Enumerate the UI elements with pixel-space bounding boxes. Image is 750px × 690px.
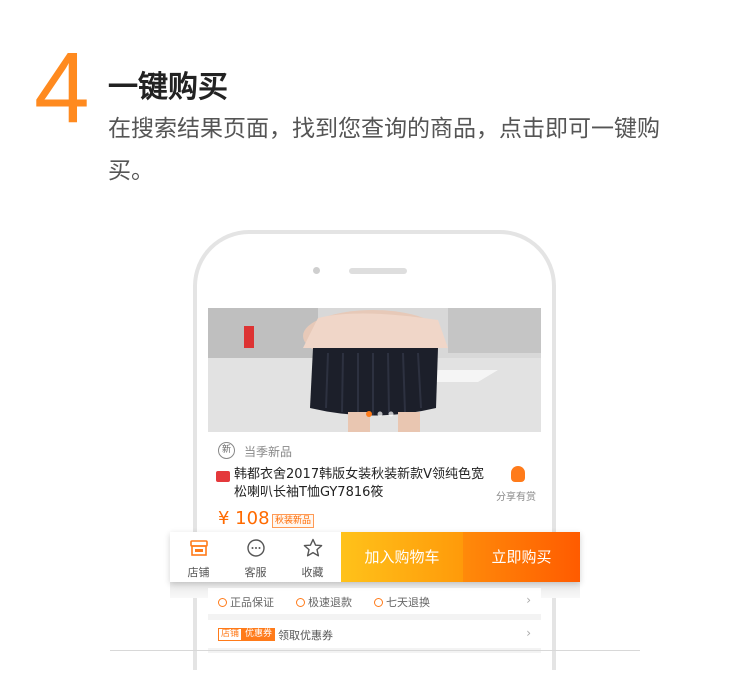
product-photo[interactable] xyxy=(208,308,541,432)
favorite-button[interactable]: 收藏 xyxy=(284,532,341,582)
new-badge: 新 xyxy=(218,442,235,459)
carousel-dot xyxy=(377,411,383,417)
phone-camera xyxy=(313,267,320,274)
check-circle-icon xyxy=(218,598,227,607)
step-description: 在搜索结果页面，找到您查询的商品，点击即可一键购买。 xyxy=(108,116,660,184)
product-title[interactable]: 韩都衣舍2017韩版女装秋装新款V领纯色宽松喇叭长袖T恤GY7816筱 xyxy=(234,466,489,502)
check-circle-icon xyxy=(374,598,383,607)
store-button[interactable]: 店铺 xyxy=(170,532,227,582)
coupon-row[interactable]: 店铺 优惠券 领取优惠券 › xyxy=(208,620,541,648)
chat-icon xyxy=(247,539,265,557)
guarantee-label: 七天退换 xyxy=(386,596,430,609)
phone-speaker xyxy=(349,268,407,274)
share-label[interactable]: 分享有赏 xyxy=(496,488,536,503)
add-to-cart-button[interactable]: 加入购物车 xyxy=(341,532,463,582)
tmall-icon xyxy=(216,471,230,482)
step-title: 一键购买 xyxy=(108,70,228,105)
carousel-dot-active xyxy=(366,411,372,417)
step-number: 4 xyxy=(34,32,90,144)
star-icon xyxy=(303,538,323,557)
check-circle-icon xyxy=(296,598,305,607)
chevron-right-icon: › xyxy=(526,626,531,640)
store-icon xyxy=(190,540,208,556)
favorite-label: 收藏 xyxy=(301,566,324,579)
new-label: 当季新品 xyxy=(244,445,293,459)
coupon-label: 领取优惠券 xyxy=(278,629,333,642)
product-price: ¥ 108 xyxy=(218,508,270,529)
product-info: 新 当季新品 韩都衣舍2017韩版女装秋装新款V领纯色宽松喇叭长袖T恤GY781… xyxy=(208,432,541,534)
guarantee-item: 正品保证 xyxy=(218,594,274,610)
store-label: 店铺 xyxy=(187,566,210,579)
money-bag-icon[interactable] xyxy=(511,466,525,482)
carousel-dot xyxy=(388,411,394,417)
guarantee-label: 正品保证 xyxy=(230,596,274,609)
guarantee-item: 七天退换 xyxy=(374,594,430,610)
action-bar: 店铺 客服 收藏 加入购物车 立即购买 xyxy=(170,532,580,582)
price-tag: 秋装新品 xyxy=(272,514,315,528)
guarantee-item: 极速退款 xyxy=(296,594,352,610)
divider-line xyxy=(110,650,640,651)
chevron-right-icon: › xyxy=(526,593,531,607)
service-label: 客服 xyxy=(244,566,267,579)
action-bar-icons: 店铺 客服 收藏 xyxy=(170,532,341,582)
coupon-tag: 优惠券 xyxy=(242,628,276,641)
guarantee-label: 极速退款 xyxy=(308,596,352,609)
buy-now-button[interactable]: 立即购买 xyxy=(463,532,580,582)
guarantee-row[interactable]: 正品保证 极速退款 七天退换 › xyxy=(208,588,541,614)
service-button[interactable]: 客服 xyxy=(227,532,284,582)
store-tag: 店铺 xyxy=(218,628,243,641)
